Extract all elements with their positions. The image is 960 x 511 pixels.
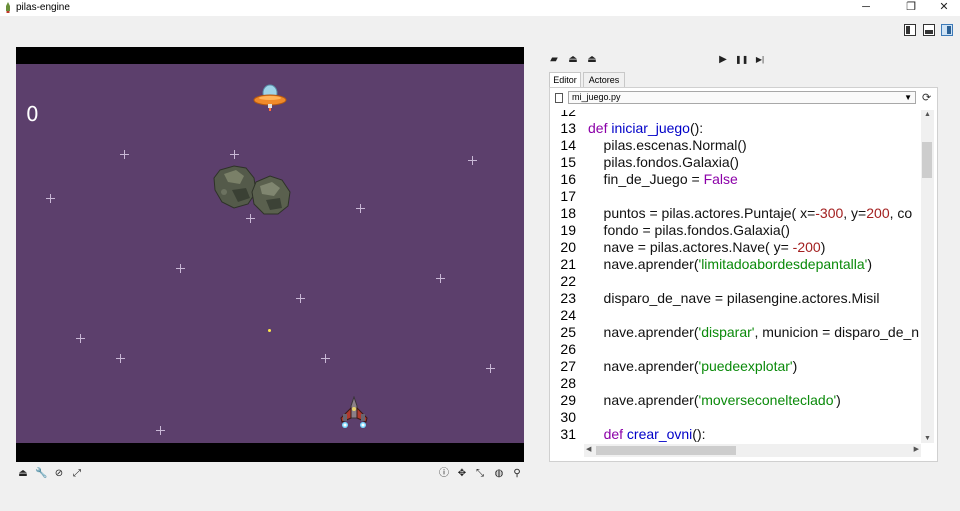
line-number: 29 <box>560 392 576 408</box>
resize-icon[interactable]: ⤡ <box>474 468 486 480</box>
open-folder-icon[interactable]: ▰ <box>548 54 560 66</box>
scroll-down-icon[interactable]: ▼ <box>921 435 934 442</box>
line-number: 19 <box>560 222 576 238</box>
line-number: 24 <box>560 307 576 323</box>
title-bar: pilas-engine ─ ❐ ✕ <box>0 0 960 16</box>
code-text: fin_de_Juego = False <box>588 171 738 187</box>
globe-icon[interactable]: ◍ <box>493 468 505 480</box>
layout-bottom-icon[interactable] <box>923 24 935 36</box>
score-counter: 0 <box>26 102 39 126</box>
code-text: puntos = pilas.actores.Puntaje( x=-300, … <box>588 205 913 221</box>
line-number: 25 <box>560 324 576 340</box>
pause-button[interactable]: ❚❚ <box>735 54 748 66</box>
ufo-enemy <box>253 84 287 111</box>
scroll-thumb[interactable] <box>922 142 932 178</box>
code-text: pilas.fondos.Galaxia() <box>588 154 739 170</box>
pilas-icon[interactable]: ⏏ <box>586 54 598 66</box>
line-number: 20 <box>560 239 576 255</box>
play-button[interactable]: ▶ <box>717 54 729 66</box>
line-number: 18 <box>560 205 576 221</box>
window-title: pilas-engine <box>16 2 70 13</box>
location-pin-icon[interactable]: ⚲ <box>511 468 523 480</box>
line-number: 27 <box>560 358 576 374</box>
tab-actores[interactable]: Actores <box>583 72 625 88</box>
line-number: 31 <box>560 426 576 442</box>
file-selector[interactable]: mi_juego.py ▼ <box>568 91 916 104</box>
file-icon <box>555 93 563 103</box>
code-editor[interactable]: 12 13 def iniciar_juego(): 14 pilas.escenas… <box>552 110 919 442</box>
line-number: 12 <box>560 110 576 119</box>
star <box>486 364 495 373</box>
code-text: disparo_de_nave = pilasengine.actores.Mi… <box>588 290 880 306</box>
code-text: nave.aprender('disparar', municion = dis… <box>588 324 919 340</box>
game-canvas[interactable]: 0 <box>16 47 524 462</box>
line-number: 15 <box>560 154 576 170</box>
code-text: pilas.escenas.Normal() <box>588 137 747 153</box>
asteroid <box>251 175 291 215</box>
move-icon[interactable]: ✥ <box>456 468 468 480</box>
line-number: 13 <box>560 120 576 136</box>
star <box>296 294 305 303</box>
chevron-down-icon: ▼ <box>904 93 912 102</box>
line-number: 17 <box>560 188 576 204</box>
star <box>468 156 477 165</box>
expand-icon[interactable]: ⤢ <box>71 468 83 480</box>
star <box>46 194 55 203</box>
code-text: fondo = pilas.fondos.Galaxia() <box>588 222 790 238</box>
file-selector-value: mi_juego.py <box>572 92 621 102</box>
line-number: 23 <box>560 290 576 306</box>
line-number: 30 <box>560 409 576 425</box>
star <box>156 426 165 435</box>
scroll-up-icon[interactable]: ▲ <box>921 111 934 118</box>
close-button[interactable]: ✕ <box>930 0 958 16</box>
line-number: 21 <box>560 256 576 272</box>
scroll-thumb-horizontal[interactable] <box>596 446 736 455</box>
player-ship <box>340 396 368 428</box>
star <box>120 150 129 159</box>
restore-button[interactable]: ❐ <box>897 0 925 16</box>
step-button[interactable]: ▶| <box>752 54 768 66</box>
pilas-home-icon[interactable]: ⏏ <box>17 468 29 480</box>
code-text: nave = pilas.actores.Nave( y= -200) <box>588 239 826 255</box>
no-entry-icon[interactable]: ⊘ <box>53 468 65 480</box>
line-number: 26 <box>560 341 576 357</box>
wrench-icon[interactable]: 🔧 <box>35 468 47 480</box>
line-number: 14 <box>560 137 576 153</box>
star <box>436 274 445 283</box>
code-text: nave.aprender('limitadoabordesdepantalla… <box>588 256 872 272</box>
code-text: def crear_ovni(): <box>603 426 706 442</box>
horizontal-scrollbar[interactable]: ◀ ▶ <box>584 444 921 457</box>
layout-right-icon[interactable] <box>941 24 953 36</box>
line-number: 28 <box>560 375 576 391</box>
layout-left-icon[interactable] <box>904 24 916 36</box>
scroll-left-icon[interactable]: ◀ <box>586 445 591 453</box>
line-number: 16 <box>560 171 576 187</box>
code-text: nave.aprender('puedeexplotar') <box>588 358 798 374</box>
scroll-right-icon[interactable]: ▶ <box>914 445 919 453</box>
star <box>321 354 330 363</box>
save-icon[interactable]: ⏏ <box>567 54 579 66</box>
star <box>116 354 125 363</box>
star <box>176 264 185 273</box>
code-text: nave.aprender('moverseconelteclado') <box>588 392 841 408</box>
pilas-app-icon <box>6 2 10 13</box>
line-number: 22 <box>560 273 576 289</box>
reload-icon[interactable]: ⟳ <box>922 91 931 104</box>
galaxy-background: 0 <box>16 64 524 443</box>
code-text: def iniciar_juego(): <box>588 120 704 136</box>
star <box>76 334 85 343</box>
vertical-scrollbar[interactable]: ▲ ▼ <box>921 110 934 443</box>
star <box>230 150 239 159</box>
minimize-button[interactable]: ─ <box>852 0 880 16</box>
info-icon[interactable]: ⓘ <box>438 468 450 480</box>
star <box>356 204 365 213</box>
missile-dot <box>268 329 271 332</box>
